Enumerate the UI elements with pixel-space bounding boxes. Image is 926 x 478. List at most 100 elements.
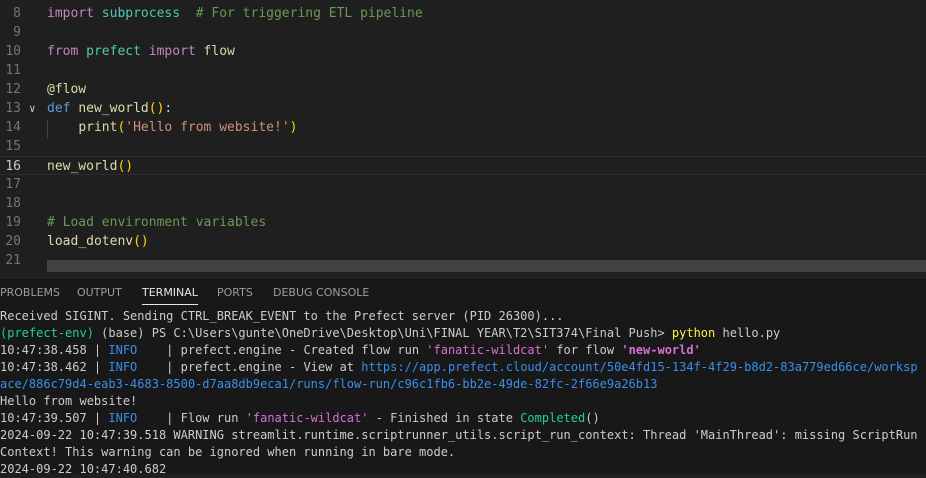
code-token: new_world	[47, 159, 118, 174]
code-token: import	[148, 44, 196, 59]
terminal-text: python	[671, 326, 716, 340]
line-number: 8	[13, 6, 21, 21]
line-number: 11	[5, 63, 21, 78]
code-token: new_world	[78, 101, 149, 116]
code-token: flow	[195, 44, 235, 59]
code-token: subprocess	[93, 6, 196, 21]
code-token: print	[78, 120, 118, 135]
code-editor[interactable]: 8 import subprocess # For triggering ETL …	[0, 0, 926, 277]
code-token: # Load environment variables	[47, 215, 267, 230]
code-line[interactable]: 12 @flow	[0, 80, 926, 99]
code-line[interactable]: 19 # Load environment variables	[0, 213, 926, 232]
terminal-line: 2024-09-22 10:47:39.518 WARNING streamli…	[0, 427, 926, 444]
terminal-line: ace/886c79d4-eab3-4683-8500-d7aa8db9eca1…	[0, 376, 926, 393]
terminal-text: hello.py	[715, 326, 781, 340]
terminal-text: ()	[585, 411, 600, 425]
code-line[interactable]: 15	[0, 137, 926, 156]
terminal-text: | prefect.engine - Created flow run	[137, 343, 427, 357]
code-token: ()	[133, 234, 149, 249]
fold-chevron-icon[interactable]: ∨	[29, 99, 36, 118]
code-line[interactable]: 8 import subprocess # For triggering ETL …	[0, 4, 926, 23]
code-line[interactable]: 13 ∨ def new_world():	[0, 99, 926, 118]
code-text: print('Hello from website!')	[47, 118, 297, 137]
line-number: 20	[5, 234, 21, 249]
terminal-text: (base) PS C:\Users\gunte\OneDrive\Deskto…	[93, 326, 672, 340]
terminal-line: 2024-09-22 10:47:40.682	[0, 461, 926, 478]
line-number: 12	[5, 82, 21, 97]
code-line[interactable]: 16 new_world()	[0, 156, 926, 175]
code-text: new_world()	[47, 157, 133, 176]
terminal-text: 10:47:38.458 |	[0, 343, 109, 357]
code-text: from prefect import flow	[47, 42, 235, 61]
line-number: 15	[5, 139, 21, 154]
terminal-text: 2024-09-22 10:47:40.682	[0, 462, 167, 476]
line-number: 19	[5, 215, 21, 230]
line-number: 9	[13, 25, 21, 40]
line-number: 13	[5, 101, 21, 116]
code-token: 'Hello from website!'	[125, 120, 290, 135]
code-token: @flow	[47, 82, 87, 97]
tab-debug-console[interactable]: DEBUG CONSOLE	[273, 286, 369, 304]
terminal-text: (prefect-env)	[0, 326, 94, 340]
code-token: :	[164, 101, 173, 116]
code-line[interactable]: 14 print('Hello from website!')	[0, 118, 926, 137]
code-line[interactable]: 9	[0, 23, 926, 42]
line-number: 10	[5, 44, 21, 59]
code-token: prefect	[78, 44, 149, 59]
terminal-line: 10:47:38.458 | INFO | prefect.engine - C…	[0, 342, 926, 359]
code-line[interactable]: 20 load_dotenv()	[0, 232, 926, 251]
panel-tabs: PROBLEMS OUTPUT TERMINAL PORTS DEBUG CON…	[0, 284, 926, 305]
code-token: load_dotenv	[47, 234, 134, 249]
terminal-text: 'fanatic-wildcat'	[245, 411, 369, 425]
line-number: 18	[5, 196, 21, 211]
code-line[interactable]: 10 from prefect import flow	[0, 42, 926, 61]
code-line[interactable]: 11	[0, 61, 926, 80]
terminal-text: 10:47:39.507 |	[0, 411, 109, 425]
terminal-text: | prefect.engine - View at	[137, 360, 362, 374]
code-token: from	[47, 44, 79, 59]
terminal-line: (prefect-env) (base) PS C:\Users\gunte\O…	[0, 325, 926, 342]
tab-ports[interactable]: PORTS	[217, 286, 253, 304]
terminal-line: 10:47:38.462 | INFO | prefect.engine - V…	[0, 359, 926, 376]
line-number: 21	[5, 253, 21, 268]
code-text: import subprocess # For triggering ETL p…	[47, 4, 423, 23]
tab-problems[interactable]: PROBLEMS	[0, 286, 60, 304]
terminal-text: 'fanatic-wildcat'	[426, 343, 550, 357]
line-number: 16	[5, 159, 21, 174]
tab-output[interactable]: OUTPUT	[77, 286, 122, 304]
terminal-text: INFO	[108, 343, 138, 357]
code-token: import	[47, 6, 94, 21]
terminal-output[interactable]: Received SIGINT. Sending CTRL_BREAK_EVEN…	[0, 308, 926, 478]
terminal-link[interactable]: https://app.prefect.cloud/account/50e4fd…	[361, 360, 917, 374]
tab-terminal[interactable]: TERMINAL	[142, 286, 198, 305]
terminal-text: Completed	[520, 411, 586, 425]
code-token: # For triggering ETL pipeline	[195, 6, 423, 21]
code-line[interactable]: 17	[0, 175, 926, 194]
terminal-line: Received SIGINT. Sending CTRL_BREAK_EVEN…	[0, 308, 926, 325]
terminal-text: - Finished in state	[368, 411, 521, 425]
line-number: 17	[5, 177, 21, 192]
terminal-text: for flow	[549, 343, 622, 357]
indent-guide	[47, 120, 48, 139]
terminal-text: 2024-09-22 10:47:39.518 WARNING streamli…	[0, 428, 918, 442]
code-text: def new_world():	[47, 99, 172, 118]
terminal-text: INFO	[108, 411, 138, 425]
terminal-line: Hello from website!	[0, 393, 926, 410]
terminal-text[interactable]: ace/886c79d4-eab3-4683-8500-d7aa8db9eca1…	[0, 377, 657, 391]
code-line[interactable]: 18	[0, 194, 926, 213]
line-number: 14	[5, 120, 21, 135]
terminal-line: Context! This warning can be ignored whe…	[0, 444, 926, 461]
code-token: ()	[117, 159, 134, 174]
terminal-line: 10:47:39.507 | INFO | Flow run 'fanatic-…	[0, 410, 926, 427]
code-text: # Load environment variables	[47, 213, 266, 232]
horizontal-scrollbar[interactable]	[47, 260, 926, 272]
terminal-text: INFO	[108, 360, 138, 374]
code-token: ()	[148, 101, 165, 116]
terminal-text: 'new-world'	[621, 343, 701, 357]
code-text: load_dotenv()	[47, 232, 149, 251]
bottom-panel: PROBLEMS OUTPUT TERMINAL PORTS DEBUG CON…	[0, 277, 926, 476]
code-token: def	[47, 101, 71, 116]
code-text: @flow	[47, 80, 86, 99]
terminal-text: Received SIGINT. Sending CTRL_BREAK_EVEN…	[0, 309, 564, 323]
